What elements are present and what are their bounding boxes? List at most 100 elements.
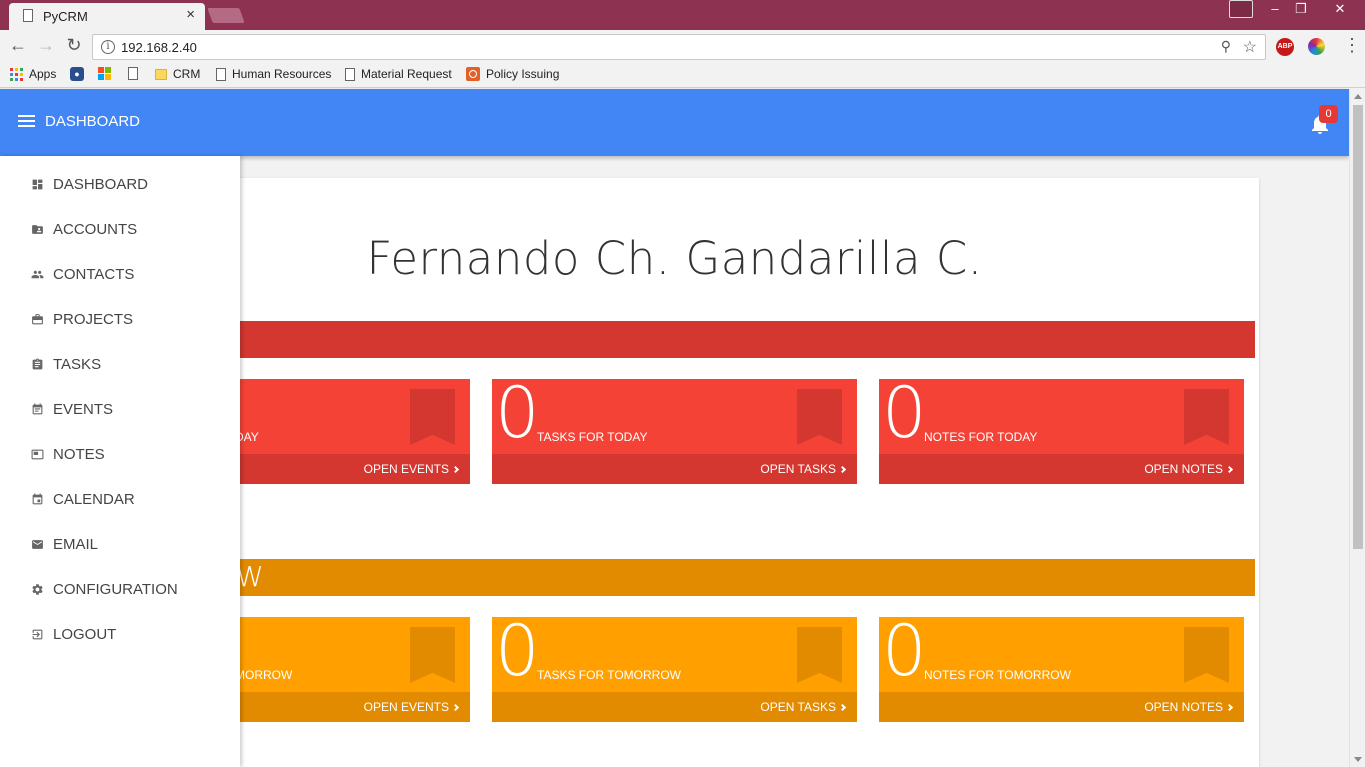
bookmark-material-request[interactable]: Material Request [345, 67, 452, 81]
adblock-icon[interactable]: ABP [1276, 38, 1294, 56]
back-arrow-icon[interactable]: ← [7, 35, 29, 56]
open-tasks-button[interactable]: OPEN TASKS [492, 454, 857, 484]
bookmark-label: Material Request [361, 67, 452, 81]
bookmark-microsoft[interactable] [98, 67, 111, 80]
stat-label: TASKS FOR TODAY [537, 430, 648, 444]
bookmark-page[interactable] [128, 67, 138, 80]
page-icon [23, 9, 33, 22]
today-section-header [90, 321, 1255, 358]
policy-icon [466, 67, 480, 81]
sidebar-item-label: CALENDAR [53, 491, 135, 508]
bookmark-label: CRM [173, 67, 201, 81]
open-notes-button[interactable]: OPEN NOTES [879, 692, 1244, 722]
stat-label: MORROW [235, 668, 293, 682]
page-scrollbar[interactable] [1349, 89, 1365, 767]
sidebar-item-email[interactable]: EMAIL [0, 525, 240, 570]
scroll-up-icon[interactable] [1354, 94, 1362, 99]
tab-close-icon[interactable]: × [186, 6, 195, 23]
bookmark-shield[interactable]: ● [70, 67, 84, 81]
bookmark-human-resources[interactable]: Human Resources [216, 67, 331, 81]
open-link-label[interactable]: OPEN TASKS [760, 462, 847, 476]
sidebar-item-dashboard[interactable]: DASHBOARD [0, 165, 240, 210]
profile-icon[interactable] [1229, 0, 1253, 18]
address-bar[interactable]: i 192.168.2.40 ⚲ ☆ [92, 34, 1266, 60]
bookmark-apps[interactable]: Apps [10, 67, 56, 81]
sidebar-item-label: LOGOUT [53, 626, 117, 643]
apps-grid-icon [10, 67, 23, 81]
color-picker-icon[interactable] [1308, 38, 1325, 55]
sidebar-item-accounts[interactable]: ACCOUNTS [0, 210, 240, 255]
notes-icon [31, 449, 44, 460]
app-header: DASHBOARD [0, 89, 1349, 156]
sidebar-item-notes[interactable]: NOTES [0, 435, 240, 480]
dashboard-icon [32, 179, 43, 190]
folder-icon [155, 68, 167, 80]
notification-badge: 0 [1319, 105, 1338, 123]
scroll-down-icon[interactable] [1354, 757, 1362, 762]
bookmark-icon [410, 389, 455, 445]
sidebar-item-logout[interactable]: LOGOUT [0, 615, 240, 660]
bookmark-icon [1184, 627, 1229, 683]
stat-count: 0 [495, 617, 540, 692]
open-link-label[interactable]: OPEN NOTES [1144, 700, 1234, 714]
sidebar-item-tasks[interactable]: TASKS [0, 345, 240, 390]
tasks-icon [32, 358, 43, 370]
bookmark-icon [1184, 389, 1229, 445]
accounts-icon [32, 225, 43, 234]
tasks-tomorrow-card: 0 TASKS FOR TOMORROW OPEN TASKS [492, 617, 857, 722]
chevron-right-icon [1225, 465, 1234, 474]
page-icon [345, 67, 355, 81]
sidebar-item-configuration[interactable]: CONFIGURATION [0, 570, 240, 615]
chevron-right-icon [451, 703, 460, 712]
open-link-label[interactable]: OPEN EVENTS [364, 462, 460, 476]
microsoft-icon [98, 67, 111, 80]
restore-button[interactable]: ❐ [1287, 0, 1315, 20]
bookmark-label: Apps [29, 67, 57, 81]
browser-titlebar: PyCRM × – ❐ ✕ [0, 0, 1365, 30]
nav-drawer: DASHBOARD ACCOUNTS CONTACTS PROJECTS TAS… [0, 156, 240, 767]
projects-icon [32, 314, 43, 325]
reload-icon[interactable]: ↻ [63, 35, 85, 56]
browser-menu-icon[interactable]: ⋮ [1343, 35, 1361, 56]
open-link-label[interactable]: OPEN TASKS [760, 700, 847, 714]
sidebar-item-events[interactable]: EVENTS [0, 390, 240, 435]
url-text[interactable]: 192.168.2.40 [121, 40, 197, 55]
sidebar-item-label: EMAIL [53, 536, 99, 553]
open-notes-button[interactable]: OPEN NOTES [879, 454, 1244, 484]
bookmark-label: Human Resources [232, 67, 332, 81]
browser-tab[interactable]: PyCRM × [9, 3, 205, 30]
info-icon[interactable]: i [101, 40, 115, 54]
sidebar-item-label: EVENTS [53, 401, 114, 418]
logout-icon [32, 629, 43, 640]
bookmark-icon [797, 627, 842, 683]
sidebar-item-projects[interactable]: PROJECTS [0, 300, 240, 345]
contacts-icon [31, 270, 44, 279]
page-icon [216, 67, 226, 81]
sidebar-item-contacts[interactable]: CONTACTS [0, 255, 240, 300]
close-window-button[interactable]: ✕ [1326, 0, 1354, 20]
email-icon [32, 540, 43, 549]
events-icon [32, 403, 43, 415]
bookmark-crm[interactable]: CRM [155, 67, 200, 81]
new-tab-button[interactable] [207, 8, 245, 23]
sidebar-item-label: NOTES [53, 446, 105, 463]
scroll-thumb[interactable] [1353, 105, 1363, 549]
tasks-today-card: 0 TASKS FOR TODAY OPEN TASKS [492, 379, 857, 484]
notes-tomorrow-card: 0 NOTES FOR TOMORROW OPEN NOTES [879, 617, 1244, 722]
stat-label: TASKS FOR TOMORROW [537, 668, 682, 682]
forward-arrow-icon[interactable]: → [35, 35, 57, 56]
stat-count: 0 [495, 379, 540, 454]
sidebar-item-calendar[interactable]: CALENDAR [0, 480, 240, 525]
bookmark-policy-issuing[interactable]: Policy Issuing [466, 67, 559, 81]
open-tasks-button[interactable]: OPEN TASKS [492, 692, 857, 722]
minimize-button[interactable]: – [1261, 0, 1289, 20]
star-icon[interactable]: ☆ [1243, 37, 1257, 57]
open-link-label[interactable]: OPEN NOTES [1144, 462, 1234, 476]
section-title: W [236, 560, 264, 593]
key-icon[interactable]: ⚲ [1221, 38, 1231, 55]
stat-label: NOTES FOR TODAY [924, 430, 1038, 444]
notes-today-card: 0 NOTES FOR TODAY OPEN NOTES [879, 379, 1244, 484]
menu-icon[interactable] [18, 115, 35, 128]
configuration-icon [32, 584, 43, 595]
open-link-label[interactable]: OPEN EVENTS [364, 700, 460, 714]
